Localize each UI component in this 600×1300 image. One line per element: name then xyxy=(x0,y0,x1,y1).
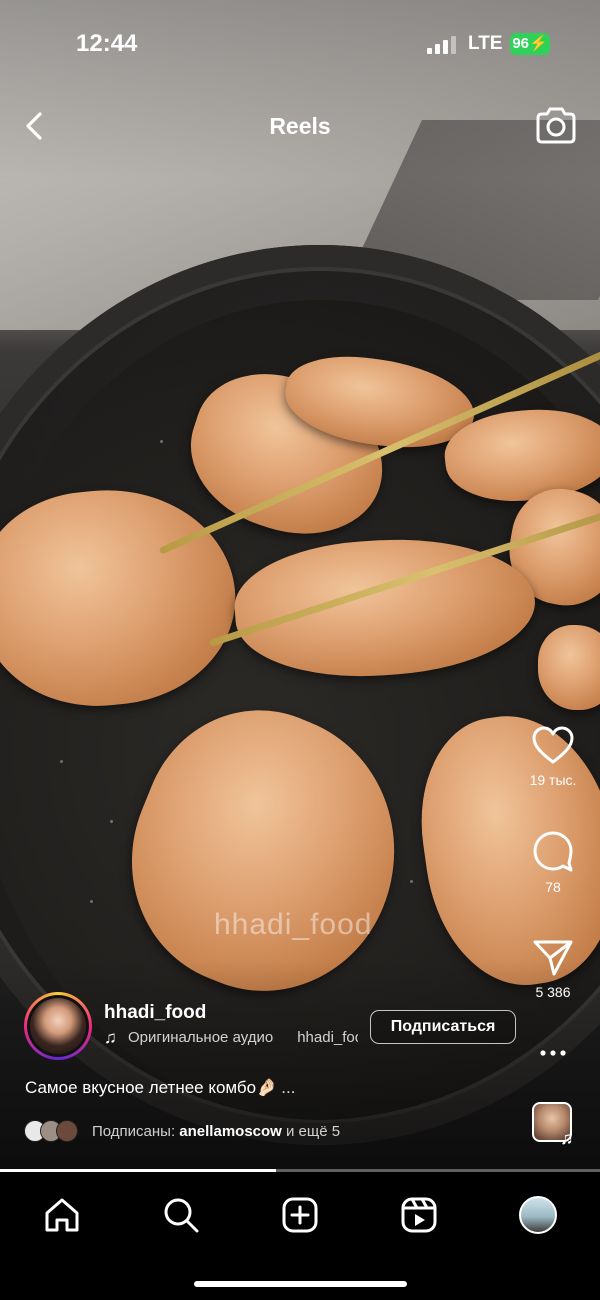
comment-button[interactable]: 78 xyxy=(528,829,578,895)
status-time: 12:44 xyxy=(76,30,138,57)
profile-avatar xyxy=(519,1196,557,1234)
nav-profile[interactable] xyxy=(513,1190,563,1240)
followed-suffix: и ещё 5 xyxy=(286,1123,341,1140)
oil-speck xyxy=(90,900,93,903)
audio-author: hhadi_food xyxy=(297,1029,358,1046)
charging-bolt-icon: ⚡ xyxy=(529,35,548,52)
followed-by-text[interactable]: Подписаны: anellamoscow и ещё 5 xyxy=(92,1123,340,1140)
home-icon xyxy=(45,1198,79,1232)
share-count: 5 386 xyxy=(535,984,571,1000)
signal-icon xyxy=(427,36,459,54)
comment-count: 78 xyxy=(545,879,561,895)
caption-more[interactable]: ... xyxy=(281,1078,295,1097)
more-options-button[interactable] xyxy=(538,1043,568,1063)
battery-icon: 96⚡ xyxy=(510,33,550,55)
share-button[interactable]: 5 386 xyxy=(528,938,578,1000)
music-note-icon: ♫ xyxy=(560,1128,574,1148)
followed-name: anellamoscow xyxy=(179,1123,282,1140)
camera-icon xyxy=(536,107,576,144)
nav-search[interactable] xyxy=(156,1190,206,1240)
paper-plane-icon xyxy=(533,940,573,976)
status-bar: 12:44 LTE 96⚡ xyxy=(0,28,600,62)
follow-button[interactable]: Подписаться xyxy=(370,1010,516,1044)
oil-speck xyxy=(110,820,113,823)
reels-icon xyxy=(401,1197,437,1233)
search-icon xyxy=(164,1198,199,1233)
nav-home[interactable] xyxy=(37,1190,87,1240)
oil-speck xyxy=(160,440,163,443)
audio-label: Оригинальное аудио xyxy=(128,1029,274,1046)
oil-speck xyxy=(410,880,413,883)
plus-square-icon xyxy=(282,1197,318,1233)
author-username[interactable]: hhadi_food xyxy=(104,1002,206,1024)
nav-reels[interactable] xyxy=(394,1190,444,1240)
caption[interactable]: Самое вкусное летнее комбо🤌🏻... xyxy=(25,1078,295,1098)
author-avatar-button[interactable] xyxy=(24,992,92,1060)
nav-create[interactable] xyxy=(275,1190,325,1240)
avatar xyxy=(56,1120,78,1142)
battery-level: 96 xyxy=(512,35,529,52)
comment-bubble-icon xyxy=(533,831,573,872)
music-note-icon: ♫ xyxy=(104,1028,117,1047)
heart-icon xyxy=(532,726,574,764)
video-watermark: hhadi_food xyxy=(214,908,373,941)
followed-prefix: Подписаны: xyxy=(92,1123,176,1140)
caption-text: Самое вкусное летнее комбо🤌🏻 xyxy=(25,1078,278,1097)
avatar xyxy=(30,998,86,1054)
home-indicator xyxy=(194,1281,407,1287)
like-button[interactable]: 19 тыс. xyxy=(528,726,578,788)
audio-ticker[interactable]: Оригинальное аудио hhadi_food xyxy=(128,1029,358,1051)
network-type: LTE xyxy=(468,33,503,54)
camera-button[interactable] xyxy=(534,106,578,146)
page-title: Reels xyxy=(269,113,331,139)
top-gradient xyxy=(0,0,600,180)
oil-speck xyxy=(60,760,63,763)
bottom-gradient xyxy=(0,960,600,1172)
reel-video[interactable]: hhadi_food xyxy=(0,0,600,1172)
like-count: 19 тыс. xyxy=(529,772,577,788)
more-dots-icon xyxy=(540,1050,566,1056)
